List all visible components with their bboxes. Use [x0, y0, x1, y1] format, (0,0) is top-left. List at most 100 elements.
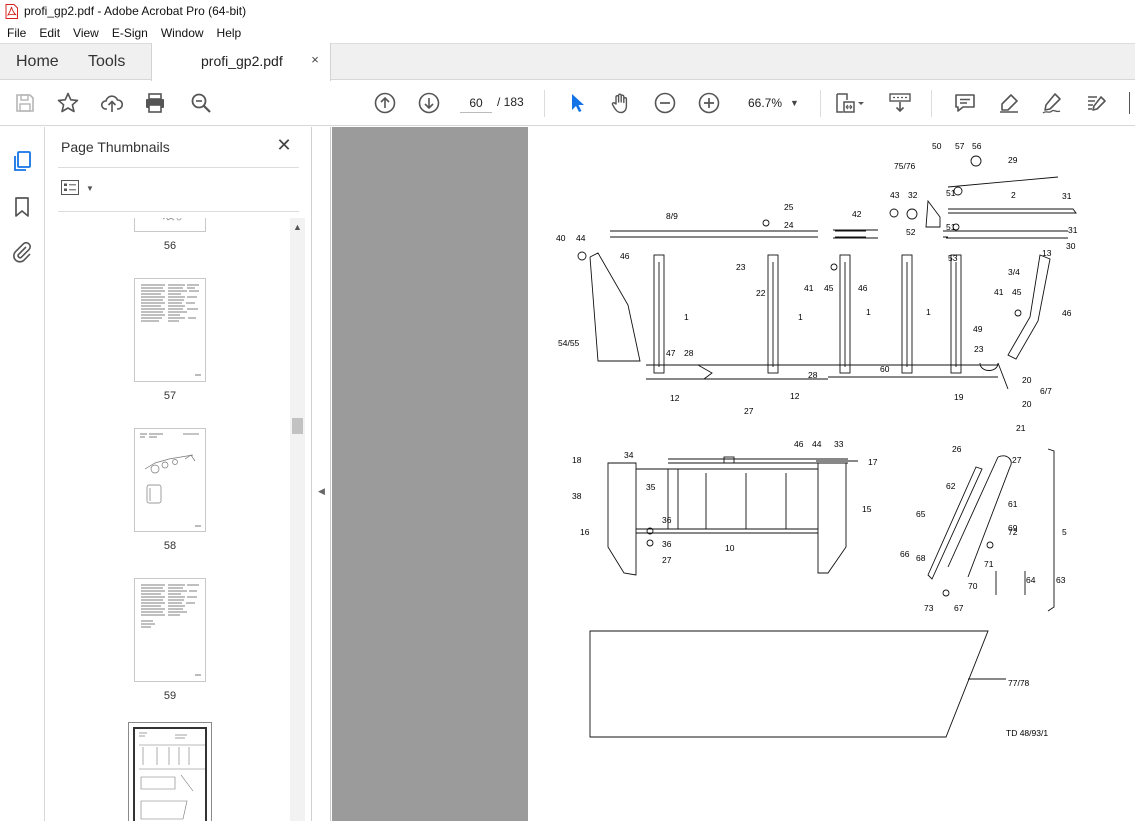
close-tab-icon[interactable]: × [308, 52, 322, 67]
tab-document[interactable]: profi_gp2.pdf × [151, 43, 331, 81]
callout-label: 49 [973, 324, 983, 334]
thumbnail-options-button[interactable]: ▼ [61, 180, 94, 196]
thumbnail-list: 56 57 58 59 [46, 218, 290, 821]
callout-label: 1 [684, 312, 689, 322]
callout-label: 63 [1056, 575, 1066, 585]
select-cursor-icon[interactable] [566, 91, 590, 115]
callout-label: 40 [556, 233, 566, 243]
zoom-in-icon[interactable] [697, 91, 721, 115]
scroll-mode-icon[interactable] [888, 91, 912, 115]
callout-label: 27 [744, 406, 754, 416]
callout-label: 1 [866, 307, 871, 317]
pdf-page: 50 57 56 75/76 29 43 32 51 2 31 42 8/9 25 24 52 51 31 30 4… [528, 127, 1135, 821]
callout-label: 32 [908, 190, 918, 200]
page-up-icon[interactable] [373, 91, 397, 115]
tab-home[interactable]: Home [16, 44, 59, 80]
zoom-out-icon[interactable] [653, 91, 677, 115]
callout-label: 17 [868, 457, 878, 467]
thumbnail-label: 56 [163, 240, 177, 252]
callout-label: 23 [736, 262, 746, 272]
hand-icon[interactable] [609, 91, 633, 115]
zoom-search-icon[interactable] [189, 91, 213, 115]
callout-label: 52 [906, 227, 916, 237]
window-title: profi_gp2.pdf - Adobe Acrobat Pro (64-bi… [24, 4, 247, 18]
menu-edit[interactable]: Edit [39, 26, 60, 40]
tab-tools[interactable]: Tools [88, 44, 125, 80]
callout-label: 1 [798, 312, 803, 322]
page-number-input[interactable] [460, 93, 492, 113]
thumbnail-label: 57 [163, 390, 177, 402]
upload-icon[interactable] [100, 91, 124, 115]
menu-bar: File Edit View E-Sign Window Help [0, 22, 1135, 43]
thumbnail-page-56[interactable] [134, 218, 206, 232]
callout-label: 28 [684, 348, 694, 358]
save-icon[interactable] [13, 91, 37, 115]
left-tool-rail [0, 127, 45, 821]
edit-icon[interactable] [1084, 91, 1108, 115]
toolbar-divider [931, 90, 932, 117]
callout-label: 30 [1066, 241, 1076, 251]
chevron-down-icon: ▼ [790, 98, 799, 108]
callout-label: 36 [662, 539, 672, 549]
callout-label: 62 [946, 481, 956, 491]
attachment-icon[interactable] [10, 240, 34, 264]
callout-label: 33 [834, 439, 844, 449]
comment-icon[interactable] [953, 91, 977, 115]
thumbnail-page-60-selected[interactable] [128, 722, 212, 821]
page-thumbnails-icon[interactable] [10, 149, 34, 173]
menu-help[interactable]: Help [217, 26, 242, 40]
callout-label: 31 [1068, 225, 1078, 235]
highlight-icon[interactable] [997, 91, 1021, 115]
zoom-dropdown[interactable]: 66.7% ▼ [742, 92, 808, 114]
callout-label: 12 [670, 393, 680, 403]
callout-label: 8/9 [666, 211, 678, 221]
menu-window[interactable]: Window [161, 26, 204, 40]
print-icon[interactable] [143, 91, 167, 115]
callout-label: 44 [576, 233, 586, 243]
document-view[interactable]: 50 57 56 75/76 29 43 32 51 2 31 42 8/9 25 24 52 51 31 30 4… [332, 127, 1135, 821]
callout-label: 72 [1008, 527, 1018, 537]
scrollbar-thumb[interactable] [292, 418, 303, 434]
callout-label: 60 [880, 364, 890, 374]
callout-label: 29 [1008, 155, 1018, 165]
callout-label: 46 [858, 283, 868, 293]
callout-label: 24 [784, 220, 794, 230]
thumbnail-scrollbar[interactable]: ▲ [290, 218, 305, 821]
callout-label: 77/78 [1008, 678, 1030, 688]
chevron-left-icon: ◀ [318, 486, 325, 496]
menu-file[interactable]: File [7, 26, 26, 40]
callout-label: 46 [1062, 308, 1072, 318]
callout-label: 70 [968, 581, 978, 591]
divider [58, 167, 299, 168]
thumbnail-options-icon [61, 180, 79, 195]
callout-label: 50 [932, 141, 942, 151]
panel-collapse-handle[interactable]: ◀ [313, 127, 331, 821]
callout-label: 16 [580, 527, 590, 537]
chevron-down-icon[interactable] [856, 91, 866, 115]
callout-label: 6/7 [1040, 386, 1052, 396]
thumbnail-page-59[interactable] [134, 578, 206, 682]
toolbar-divider [820, 90, 821, 117]
sign-icon[interactable] [1040, 91, 1064, 115]
fit-page-icon[interactable] [833, 91, 857, 115]
menu-view[interactable]: View [73, 26, 99, 40]
menu-esign[interactable]: E-Sign [112, 26, 148, 40]
scroll-up-icon[interactable]: ▲ [293, 222, 302, 232]
callout-label: 61 [1008, 499, 1018, 509]
callout-label: 75/76 [894, 161, 916, 171]
toolbar-divider [544, 90, 545, 117]
close-panel-icon[interactable]: ✕ [274, 135, 294, 155]
bookmark-icon[interactable] [10, 195, 34, 219]
thumbnail-page-57[interactable] [134, 278, 206, 382]
star-icon[interactable] [56, 91, 80, 115]
callout-label: 71 [984, 559, 994, 569]
thumbnail-label: 59 [163, 690, 177, 702]
callout-label: 20 [1022, 399, 1032, 409]
callout-label: 35 [646, 482, 656, 492]
callout-label: 19 [954, 392, 964, 402]
callout-label: 45 [824, 283, 834, 293]
callout-label: 13 [1042, 248, 1052, 258]
divider [58, 211, 299, 212]
page-down-icon[interactable] [417, 91, 441, 115]
thumbnail-page-58[interactable] [134, 428, 206, 532]
